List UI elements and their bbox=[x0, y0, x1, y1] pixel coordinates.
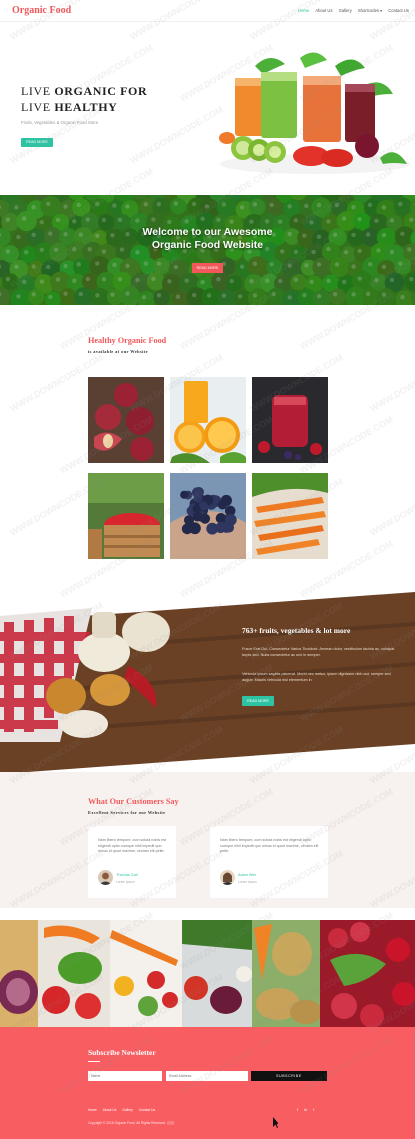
avatar bbox=[98, 870, 113, 885]
newsletter-email-input[interactable] bbox=[166, 1071, 248, 1081]
gallery-item-oranges[interactable] bbox=[170, 377, 246, 463]
mouse-cursor-icon bbox=[273, 1117, 278, 1128]
footer-link-home[interactable]: Home bbox=[88, 1108, 97, 1112]
footer-link-contact[interactable]: Contact Us bbox=[139, 1108, 155, 1112]
hero-slider: LIVE ORGANIC FOR LIVE HEALTHY Fruits, Ve… bbox=[0, 22, 415, 204]
hero-read-more-button[interactable]: READ MORE bbox=[21, 138, 53, 147]
footer bbox=[0, 1027, 415, 1139]
berry-smoothie-image bbox=[252, 377, 328, 463]
stats-paragraph-2: Vehicula ipsum sagittis placerat. Morbi … bbox=[242, 672, 391, 682]
testimonials-section bbox=[0, 772, 415, 908]
footer-link-gallery[interactable]: Gallery bbox=[122, 1108, 132, 1112]
nav-home[interactable]: Home bbox=[298, 8, 309, 13]
testimonial-card: Nam libero tempore, cum soluta nobis est… bbox=[88, 826, 176, 898]
nav-about[interactable]: About Us bbox=[315, 8, 332, 13]
newsletter-name-input[interactable] bbox=[88, 1071, 162, 1081]
testimonial-card: Nam libero tempore, cum soluta nobis est… bbox=[210, 826, 328, 898]
vegetables-collage-image bbox=[0, 920, 415, 1027]
footer-links: Home About Us Gallery Contact Us bbox=[88, 1108, 155, 1112]
oranges-juice-image bbox=[170, 377, 246, 463]
carrots-image bbox=[252, 473, 328, 559]
svg-text:WWW.DOWNCODE.COM: WWW.DOWNCODE.COM bbox=[368, 476, 415, 537]
testimonial-name: Thomas Carl bbox=[116, 873, 138, 877]
twitter-icon[interactable]: t bbox=[313, 1107, 314, 1112]
welcome-read-more-button[interactable]: READ MORE bbox=[192, 263, 223, 273]
stats-banner bbox=[0, 592, 415, 774]
copyright-text: Copyright © 2018 Organic Food. All Right… bbox=[88, 1121, 175, 1125]
juice-glasses-image bbox=[219, 52, 410, 174]
linkedin-icon[interactable]: in bbox=[304, 1107, 307, 1112]
top-navbar: Organic Food Home About Us Gallery Short… bbox=[0, 0, 415, 22]
page: Organic Food Home About Us Gallery Short… bbox=[0, 0, 415, 1139]
testimonials-title: What Our Customers Say bbox=[88, 797, 179, 806]
footer-link-about[interactable]: About Us bbox=[103, 1108, 117, 1112]
stats-paragraph-1: Fusce Erat Dui, Consectetur Varius Tinci… bbox=[242, 647, 395, 657]
hero-title: LIVE ORGANIC FOR LIVE HEALTHY bbox=[21, 84, 148, 114]
testimonial-role: Lorem Ipsum bbox=[238, 880, 257, 884]
stats-title: 763+ fruits, vegetables & lot more bbox=[242, 626, 351, 635]
testimonials-subtitle: Excellent Services for our Website bbox=[88, 810, 166, 815]
nav-gallery[interactable]: Gallery bbox=[339, 8, 352, 13]
nav-shortcodes[interactable]: Shortcodes ▾ bbox=[358, 8, 382, 13]
gallery-item-blueberries[interactable] bbox=[170, 473, 246, 559]
welcome-headline: Welcome to our Awesome Organic Food Webs… bbox=[142, 226, 273, 251]
gallery-subtitle: is available at our Website bbox=[88, 349, 148, 354]
newsletter-title-underline bbox=[88, 1061, 100, 1062]
testimonial-name: Adam Wet bbox=[238, 873, 256, 877]
plums-image bbox=[88, 377, 164, 463]
vegetables-photo-strip bbox=[0, 920, 415, 1027]
wood-vegetables-image bbox=[0, 592, 415, 774]
stats-read-more-button[interactable]: READ MORE bbox=[242, 696, 274, 706]
testimonial-text: Nam libero tempore, cum soluta nobis est… bbox=[220, 838, 319, 853]
hero-subtitle: Fruits, Vegetables & Organic Food Store bbox=[21, 120, 99, 125]
testimonial-text: Nam libero tempore, cum soluta nobis est… bbox=[98, 838, 167, 853]
tomato-basket-image bbox=[88, 473, 164, 559]
facebook-icon[interactable]: f bbox=[297, 1107, 298, 1112]
main-nav: Home About Us Gallery Shortcodes ▾ Conta… bbox=[298, 8, 409, 13]
svg-text:WWW.DOWNCODE.COM: WWW.DOWNCODE.COM bbox=[368, 352, 415, 413]
gallery-item-plums[interactable] bbox=[88, 377, 164, 463]
gallery-item-carrots[interactable] bbox=[252, 473, 328, 559]
blueberries-image bbox=[170, 473, 246, 559]
gallery-title: Healthy Organic Food bbox=[88, 336, 167, 345]
gallery-item-tomatoes[interactable] bbox=[88, 473, 164, 559]
newsletter-title: Subscribe Newsletter bbox=[88, 1048, 156, 1057]
site-logo[interactable]: Organic Food bbox=[12, 5, 71, 16]
avatar bbox=[220, 870, 235, 885]
subscribe-button[interactable]: SUBSCRIBE bbox=[251, 1071, 327, 1081]
social-icons: f in t bbox=[297, 1107, 314, 1112]
testimonial-role: Lorem Ipsum bbox=[116, 880, 135, 884]
gallery-item-smoothie[interactable] bbox=[252, 377, 328, 463]
nav-contact[interactable]: Contact Us bbox=[388, 8, 409, 13]
